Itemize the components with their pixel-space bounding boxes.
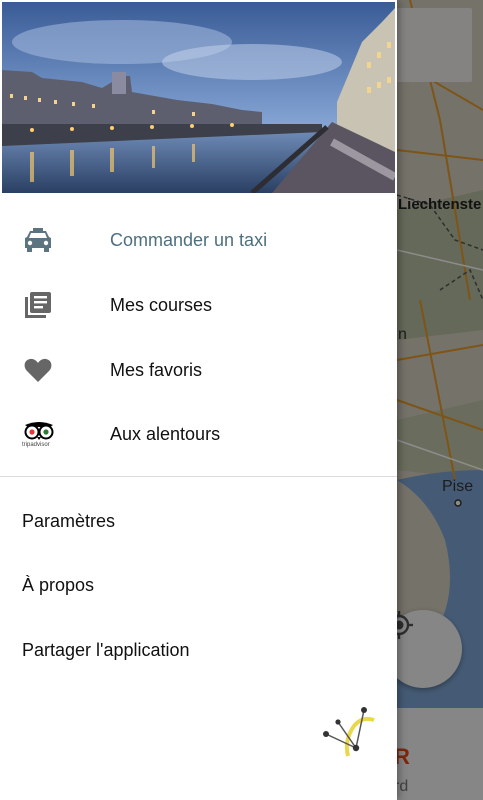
taxi-icon — [22, 224, 54, 256]
menu-label-a-propos: À propos — [22, 574, 95, 595]
menu-item-partager[interactable]: Partager l'application — [0, 620, 397, 680]
menu-item-commander-taxi[interactable]: Commander un taxi — [0, 208, 397, 272]
heart-icon — [22, 354, 54, 386]
menu-item-mes-courses[interactable]: Mes courses — [0, 273, 397, 337]
menu-item-parametres[interactable]: Paramètres — [0, 491, 397, 551]
menu-item-mes-favoris[interactable]: Mes favoris — [0, 338, 397, 402]
menu-label-parametres: Paramètres — [22, 510, 116, 531]
tripadvisor-wordmark: tripadvisor — [22, 442, 50, 448]
list-icon — [22, 289, 54, 321]
app-logo-icon — [318, 700, 378, 762]
drawer-header-image — [2, 2, 395, 193]
menu-label-commander-taxi: Commander un taxi — [110, 229, 268, 250]
city-riverfront-image — [2, 2, 395, 193]
menu-item-a-propos[interactable]: À propos — [0, 555, 397, 615]
tripadvisor-icon: tripadvisor — [22, 416, 56, 452]
menu-label-mes-courses: Mes courses — [110, 294, 213, 315]
drawer-divider — [0, 476, 397, 477]
navigation-drawer: Commander un taxi Mes courses Mes favori… — [0, 0, 397, 800]
menu-label-mes-favoris: Mes favoris — [110, 359, 203, 380]
menu-item-aux-alentours[interactable]: tripadvisor Aux alentours — [0, 402, 397, 466]
menu-label-aux-alentours: Aux alentours — [110, 423, 221, 444]
menu-label-partager: Partager l'application — [22, 639, 190, 660]
